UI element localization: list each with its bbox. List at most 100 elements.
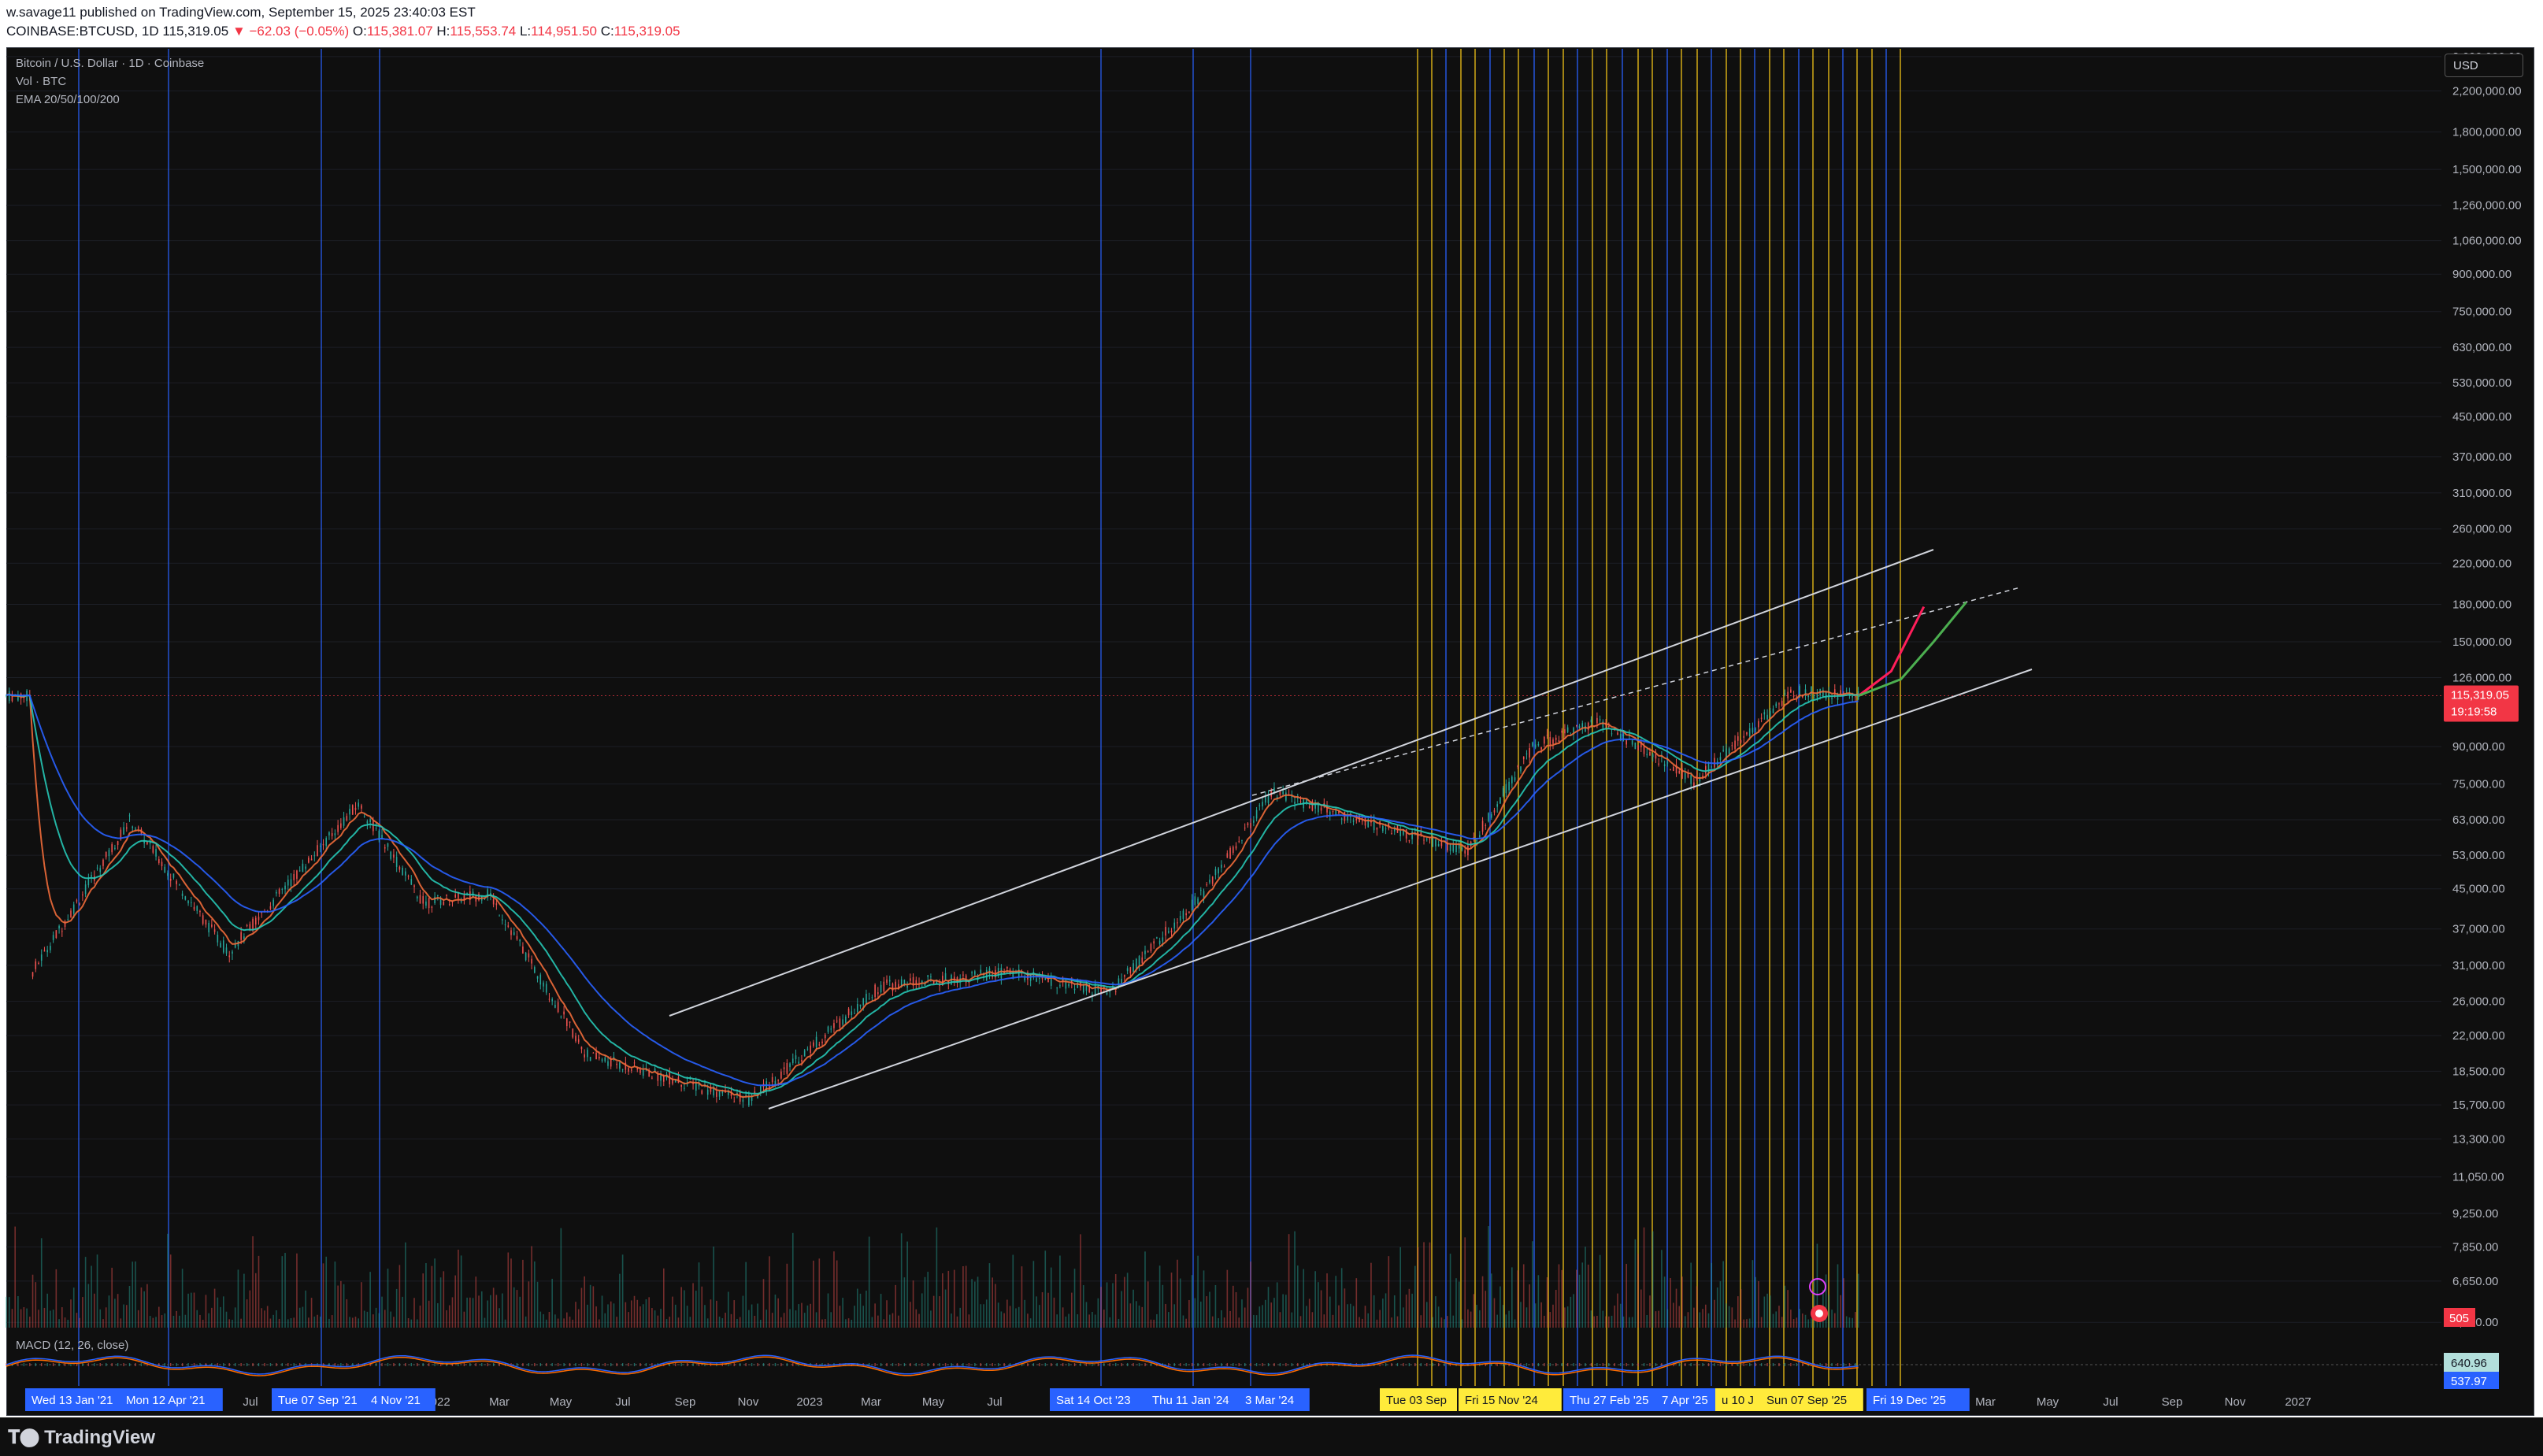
candle-body	[1294, 802, 1296, 804]
volume-bar	[1699, 1312, 1701, 1328]
volume-bar	[472, 1298, 474, 1328]
volume-bar	[1138, 1305, 1140, 1328]
volume-bar	[1370, 1262, 1372, 1328]
candle-body	[135, 828, 136, 830]
volume-bar	[777, 1298, 779, 1328]
volume-bar	[692, 1283, 694, 1328]
volume-bar	[759, 1319, 762, 1328]
candle-body	[545, 984, 547, 993]
candle-body	[1852, 696, 1853, 698]
candle-body	[322, 843, 324, 846]
price-tick-label: 530,000.00	[2452, 376, 2511, 390]
chart-canvas[interactable]: 2,600,000.002,200,000.001,800,000.001,50…	[0, 0, 2543, 1456]
volume-bar	[111, 1267, 113, 1328]
volume-bar	[1728, 1306, 1730, 1328]
volume-bar	[23, 1306, 25, 1328]
volume-bar	[1080, 1234, 1081, 1328]
volume-badge: 505	[2449, 1312, 2469, 1325]
macd-histogram-bar	[1637, 1363, 1639, 1366]
candle-body	[305, 866, 306, 869]
candle-body	[1385, 828, 1387, 830]
volume-bar	[1423, 1242, 1425, 1328]
macd-histogram-bar	[1273, 1363, 1275, 1366]
volume-bar	[569, 1316, 571, 1328]
macd-legend[interactable]: MACD (12, 26, close)	[16, 1339, 128, 1352]
candle-body	[798, 1061, 800, 1064]
candle-body	[70, 910, 72, 917]
flag-event-icon-dot	[1815, 1310, 1823, 1317]
volume-bar	[448, 1305, 450, 1328]
price-tick-label: 310,000.00	[2452, 487, 2511, 500]
volume-bar	[1666, 1309, 1669, 1328]
price-tick-label: 150,000.00	[2452, 635, 2511, 649]
currency-selector[interactable]: USD	[2445, 54, 2523, 77]
volume-bar	[543, 1313, 544, 1328]
volume-bar	[821, 1319, 823, 1328]
macd-histogram-bar	[569, 1363, 571, 1366]
macd-histogram-bar	[1303, 1363, 1304, 1366]
candle-body	[240, 932, 242, 940]
macd-histogram-bar	[874, 1363, 876, 1366]
volume-bar	[1681, 1276, 1683, 1328]
volume-bar	[1053, 1297, 1055, 1328]
time-tick-label: Jul	[987, 1395, 1002, 1409]
candle-body	[1423, 839, 1425, 841]
candle-body	[395, 857, 398, 867]
macd-histogram-bar	[1115, 1363, 1117, 1366]
volume-bar	[181, 1269, 183, 1328]
macd-histogram-bar	[1056, 1363, 1058, 1366]
candle-body	[1643, 746, 1645, 754]
volume-legend[interactable]: Vol · BTC	[16, 75, 66, 88]
candle-body	[771, 1076, 773, 1083]
volume-bar	[146, 1284, 148, 1328]
volume-bar	[856, 1288, 858, 1328]
macd-histogram-bar	[269, 1363, 272, 1366]
candle-body	[1253, 820, 1255, 823]
volume-bar	[1311, 1312, 1314, 1328]
macd-histogram-bar	[1702, 1363, 1703, 1366]
volume-bar	[1637, 1254, 1639, 1328]
candle-body	[580, 1047, 583, 1050]
candle-body	[636, 1068, 639, 1070]
macd-histogram-bar	[592, 1363, 595, 1366]
candle-body	[61, 931, 63, 932]
volume-bar	[1032, 1261, 1035, 1328]
candle-body	[1211, 876, 1214, 884]
candle-body	[32, 972, 34, 977]
macd-histogram-bar	[1250, 1363, 1251, 1366]
candle-body	[528, 953, 530, 958]
macd-histogram-bar	[1238, 1363, 1240, 1366]
candle-body	[1455, 845, 1457, 853]
volume-bar	[1807, 1319, 1810, 1328]
volume-bar	[1449, 1254, 1451, 1328]
time-tick-label: Sep	[675, 1395, 696, 1409]
macd-histogram-bar	[1420, 1363, 1422, 1366]
macd-histogram-bar	[1408, 1363, 1411, 1366]
volume-bar	[1479, 1310, 1481, 1328]
volume-bar	[619, 1273, 621, 1328]
candle-body	[548, 998, 550, 1000]
candle-body	[1508, 781, 1510, 791]
volume-bar	[962, 1265, 964, 1328]
candle-body	[601, 1059, 603, 1061]
candle-body	[393, 854, 395, 858]
volume-bar	[968, 1314, 970, 1328]
volume-bar	[880, 1294, 882, 1328]
volume-bar	[988, 1263, 991, 1328]
candle-body	[319, 846, 321, 847]
volume-bar	[79, 1317, 80, 1328]
volume-bar	[912, 1280, 914, 1328]
volume-bar	[1156, 1313, 1158, 1328]
macd-histogram-bar	[1831, 1363, 1833, 1366]
volume-bar	[1100, 1287, 1102, 1328]
candle-body	[40, 954, 43, 961]
volume-bar	[199, 1314, 201, 1328]
macd-histogram-bar	[1608, 1363, 1610, 1366]
volume-bar	[706, 1318, 709, 1328]
macd-histogram-bar	[281, 1363, 284, 1366]
volume-bar	[466, 1297, 468, 1328]
ema-legend[interactable]: EMA 20/50/100/200	[16, 93, 120, 106]
chart-title-legend[interactable]: Bitcoin / U.S. Dollar · 1D · Coinbase	[16, 57, 204, 70]
candle-body	[1223, 866, 1225, 868]
candle-body	[1755, 728, 1756, 730]
